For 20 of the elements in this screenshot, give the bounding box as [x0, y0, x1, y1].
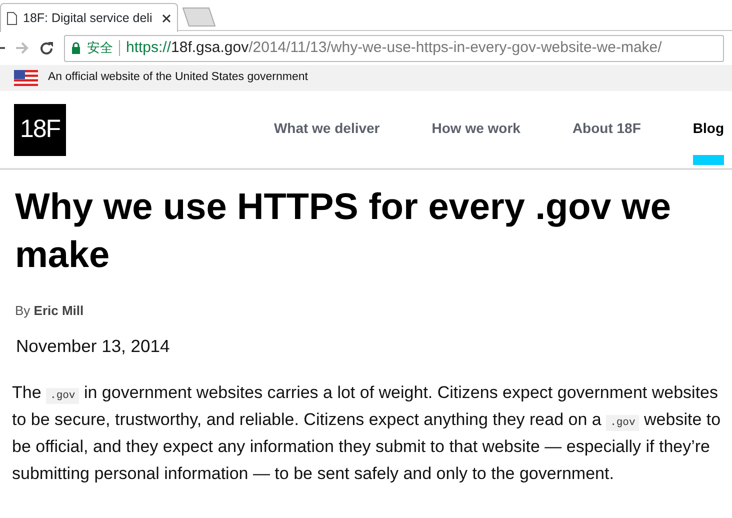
lock-icon — [71, 42, 81, 54]
address-bar[interactable]: 安全 https://18f.gsa.gov/2014/11/13/why-we-use-https-in-every-gov-website-we-make/ — [64, 34, 724, 62]
article-date: November 13, 2014 — [16, 334, 171, 358]
url-text: https://18f.gsa.gov/2014/11/13/why-we-use-https-in-every-gov-website-we-make/ — [126, 38, 662, 58]
byline-label: By — [15, 303, 30, 318]
nav-link[interactable]: What we deliver — [274, 104, 380, 165]
official-website-notice: An official website of the United States government — [48, 70, 308, 86]
nav-link[interactable]: How we work — [432, 104, 520, 165]
article-paragraph: The .gov in government websites carries a lot of weight. Citizens expect government websites to be secure, trustworthy, and reliable. Citizens expect anything they read on a .gov website to be official, and they expect any information they submit to that website — especially if they’re submitting personal information — to be sent safely and only to the government. — [12, 382, 722, 485]
reload-icon[interactable] — [39, 40, 54, 56]
close-icon[interactable] — [162, 14, 171, 22]
flag-icon — [14, 70, 38, 86]
page-icon — [7, 12, 17, 24]
article-title: Why we use HTTPS for every .gov we make — [15, 185, 672, 277]
nav-link[interactable]: Blog — [692, 104, 724, 165]
browser-tab[interactable]: 18F: Digital service deli — [0, 3, 178, 32]
logo[interactable]: 18F — [14, 104, 66, 156]
nav-link[interactable]: About 18F — [572, 104, 641, 165]
security-label: 安全 — [87, 39, 113, 58]
author-name: Eric Mill — [34, 303, 84, 318]
